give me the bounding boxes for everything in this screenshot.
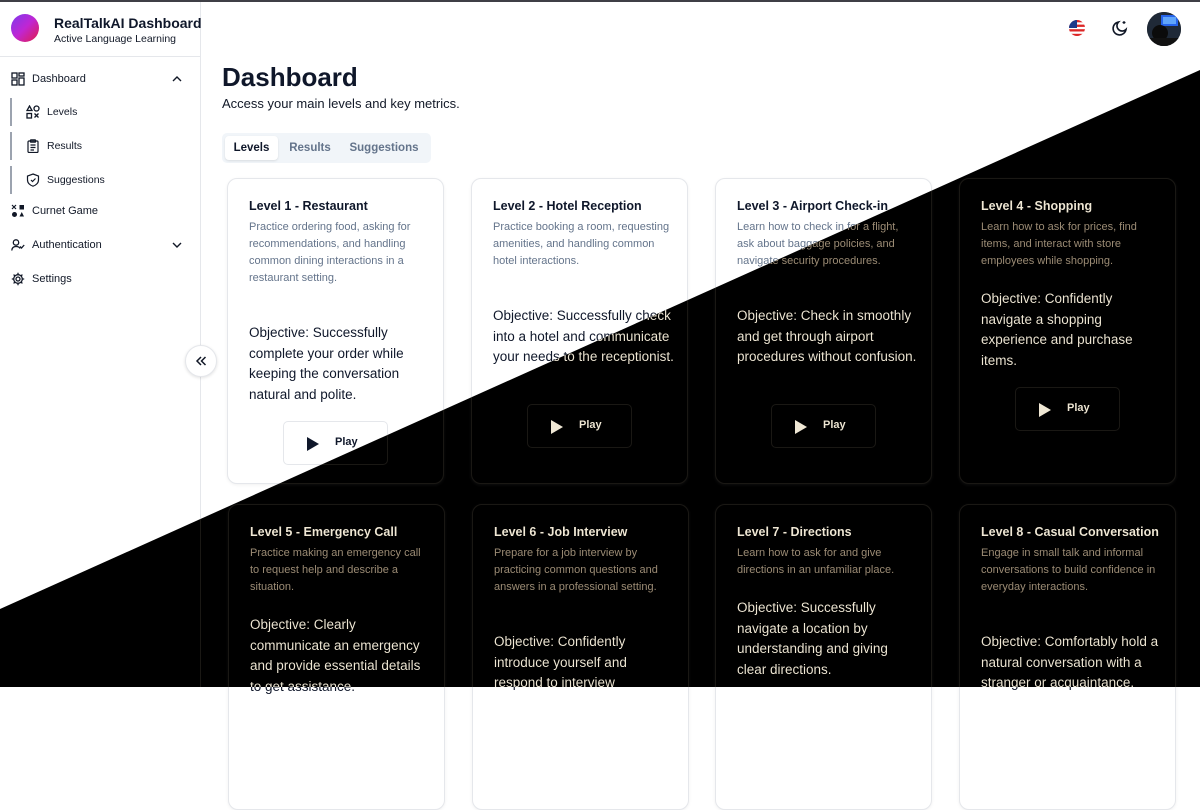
play-label: Play <box>579 419 602 431</box>
play-button[interactable]: Play <box>283 421 388 465</box>
chevrons-left-icon <box>195 356 207 366</box>
level-title: Level 2 - Hotel Reception <box>493 199 642 213</box>
level-title: Level 4 - Shopping <box>981 199 1093 213</box>
level-description: Learn how to ask for and give directions… <box>737 547 895 576</box>
sidebar-item-label: Suggestions <box>47 174 105 186</box>
tab-suggestions[interactable]: Suggestions <box>342 136 426 160</box>
level-card: Level 4 - Shopping Learn how to ask for … <box>959 178 1176 484</box>
play-button[interactable]: Play <box>1015 387 1120 431</box>
level-description: Practice booking a room, requesting amen… <box>493 221 670 267</box>
page-subtitle: Access your main levels and key metrics. <box>222 96 460 111</box>
user-check-icon <box>11 239 25 251</box>
sidebar-item-label: Levels <box>47 106 78 118</box>
level-title: Level 7 - Directions <box>737 525 852 539</box>
level-card: Level 6 - Job Interview Prepare for a jo… <box>472 504 689 810</box>
level-description: Prepare for a job interview by practicin… <box>494 547 658 593</box>
app-logo <box>11 14 39 42</box>
level-objective: Objective: Check in smoothly and get thr… <box>737 308 917 364</box>
gear-icon <box>11 272 25 286</box>
level-title: Level 3 - Airport Check-in <box>737 199 888 213</box>
user-avatar[interactable] <box>1147 12 1181 46</box>
level-card: Level 5 - Emergency Call Practice making… <box>228 504 445 810</box>
page-title: Dashboard <box>222 62 358 92</box>
tab-results[interactable]: Results <box>283 136 337 160</box>
level-objective: Objective: Clearly communicate an emerge… <box>250 617 421 694</box>
play-button[interactable]: Play <box>527 404 632 448</box>
play-label: Play <box>1067 402 1090 414</box>
sidebar-item-label: Curnet Game <box>32 205 99 217</box>
sidebar-item-settings[interactable]: Settings <box>0 266 200 292</box>
sidebar: RealTalkAI Dashboard Active Language Lea… <box>0 2 202 687</box>
collapse-sidebar-button[interactable] <box>185 345 217 377</box>
us-flag-icon[interactable] <box>1069 20 1085 36</box>
sidebar-item-results[interactable]: Results <box>10 132 190 160</box>
level-title: Level 6 - Job Interview <box>494 525 628 539</box>
submenu-rail <box>10 98 12 126</box>
chevron-down-icon[interactable] <box>171 239 183 251</box>
level-title: Level 8 - Casual Conversation <box>981 525 1159 539</box>
play-label: Play <box>823 419 846 431</box>
level-card: Level 8 - Casual Conversation Engage in … <box>959 504 1176 810</box>
level-card: Level 2 - Hotel Reception Practice booki… <box>471 178 688 484</box>
play-icon <box>551 420 563 434</box>
app-title: RealTalkAI Dashboard <box>54 15 202 31</box>
level-objective: Objective: Successfully check into a hot… <box>493 308 674 364</box>
brand-header[interactable]: RealTalkAI Dashboard Active Language Lea… <box>0 2 202 57</box>
play-button[interactable]: Play <box>771 404 876 448</box>
level-objective: Objective: Successfully complete your or… <box>249 325 404 402</box>
tab-list: Levels Results Suggestions <box>222 133 431 163</box>
level-card: Level 1 - Restaurant Practice ordering f… <box>227 178 444 484</box>
clipboard-icon <box>27 139 39 153</box>
level-objective: Objective: Confidently navigate a shoppi… <box>981 291 1133 368</box>
sidebar-item-label: Settings <box>32 273 72 285</box>
sidebar-item-suggestions[interactable]: Suggestions <box>10 166 190 194</box>
submenu-rail <box>10 166 12 194</box>
level-objective: Objective: Comfortably hold a natural co… <box>981 634 1159 690</box>
level-card: Level 3 - Airport Check-in Learn how to … <box>715 178 932 484</box>
play-icon <box>1039 403 1051 417</box>
sidebar-item-label: Authentication <box>32 239 102 251</box>
level-title: Level 5 - Emergency Call <box>250 525 398 539</box>
chevron-up-icon[interactable] <box>171 73 183 85</box>
shapes-icon <box>26 105 40 119</box>
app-subtitle: Active Language Learning <box>54 33 177 45</box>
sidebar-item-dashboard[interactable]: Dashboard <box>0 66 200 92</box>
level-description: Learn how to ask for prices, find items,… <box>981 221 1137 267</box>
dashboard-icon <box>11 72 25 86</box>
play-icon <box>307 437 319 451</box>
play-label: Play <box>335 436 358 448</box>
level-description: Practice ordering food, asking for recom… <box>249 221 411 284</box>
sidebar-item-levels[interactable]: Levels <box>10 98 190 126</box>
level-description: Learn how to check in for a flight, ask … <box>737 221 899 267</box>
level-description: Engage in small talk and informal conver… <box>981 547 1156 593</box>
play-icon <box>795 420 807 434</box>
level-objective: Objective: Successfully navigate a locat… <box>737 600 888 677</box>
level-title: Level 1 - Restaurant <box>249 199 368 213</box>
shield-icon <box>26 173 40 187</box>
moon-icon[interactable] <box>1111 19 1129 37</box>
level-card: Level 7 - Directions Learn how to ask fo… <box>715 504 932 810</box>
level-description: Practice making an emergency call to req… <box>250 547 421 593</box>
submenu-rail <box>10 132 12 160</box>
sidebar-item-label: Dashboard <box>32 73 86 85</box>
gamepad-icon <box>11 204 24 217</box>
tab-levels[interactable]: Levels <box>225 136 278 160</box>
level-objective: Objective: Confidently introduce yoursel… <box>494 634 627 690</box>
sidebar-item-current-game[interactable]: Curnet Game <box>0 198 200 224</box>
sidebar-item-authentication[interactable]: Authentication <box>0 232 200 258</box>
sidebar-item-label: Results <box>47 140 83 152</box>
